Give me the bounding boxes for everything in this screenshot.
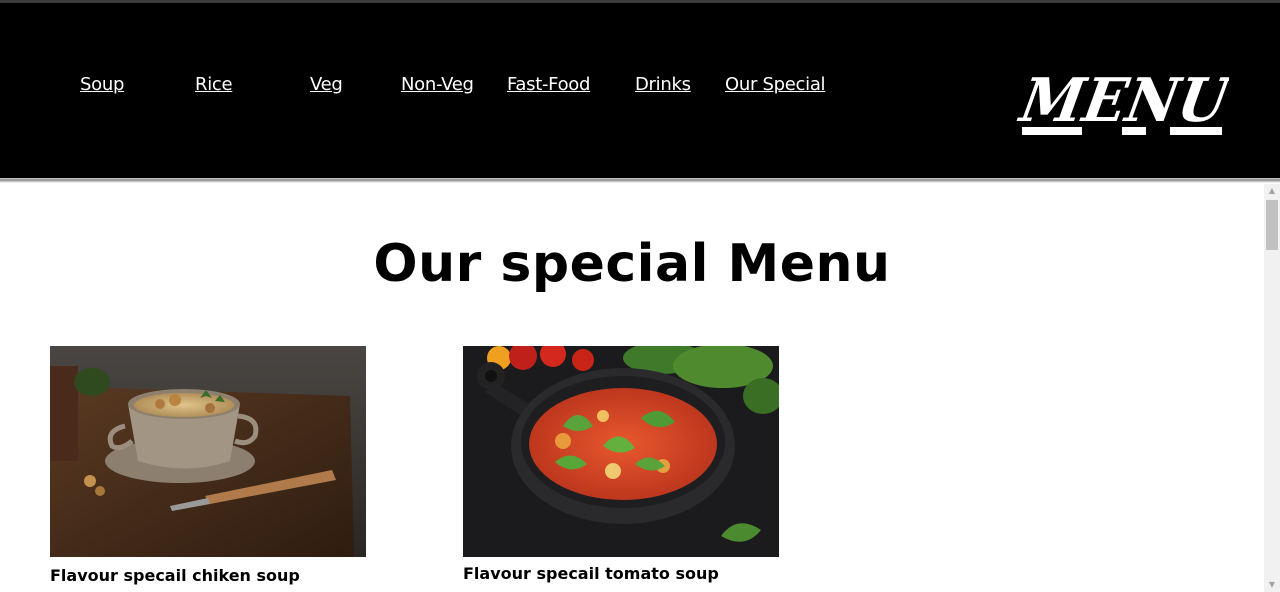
main-content: Our special Menu Flavour specail chiken … [0, 184, 1264, 592]
scroll-up-arrow-icon[interactable]: ▲ [1264, 184, 1280, 198]
site-header: Soup Rice Veg Non-Veg Fast-Food Drinks O… [0, 3, 1280, 178]
chicken-soup-photo [50, 346, 366, 557]
page-title: Our special Menu [373, 234, 891, 294]
vertical-scrollbar[interactable]: ▲ ▼ [1264, 184, 1280, 592]
nav-link-soup[interactable]: Soup [80, 73, 124, 97]
nav-link-rice[interactable]: Rice [195, 73, 233, 97]
nav-link-fast-food[interactable]: Fast-Food [507, 73, 590, 97]
tomato-soup-photo [463, 346, 779, 557]
scroll-down-arrow-icon[interactable]: ▼ [1264, 578, 1280, 592]
nav-link-our-special[interactable]: Our Special [725, 73, 826, 97]
header-divider [0, 178, 1280, 183]
menu-card-caption: Flavour specail chiken soup [50, 566, 300, 585]
nav-link-drinks[interactable]: Drinks [635, 73, 691, 97]
nav-link-veg[interactable]: Veg [310, 73, 343, 97]
menu-card-caption: Flavour specail tomato soup [463, 564, 719, 583]
scrollbar-thumb[interactable] [1266, 200, 1278, 250]
menu-logo-text: MENU [1014, 65, 1229, 135]
nav-link-non-veg[interactable]: Non-Veg [401, 73, 474, 97]
menu-logo: MENU [1014, 65, 1229, 135]
